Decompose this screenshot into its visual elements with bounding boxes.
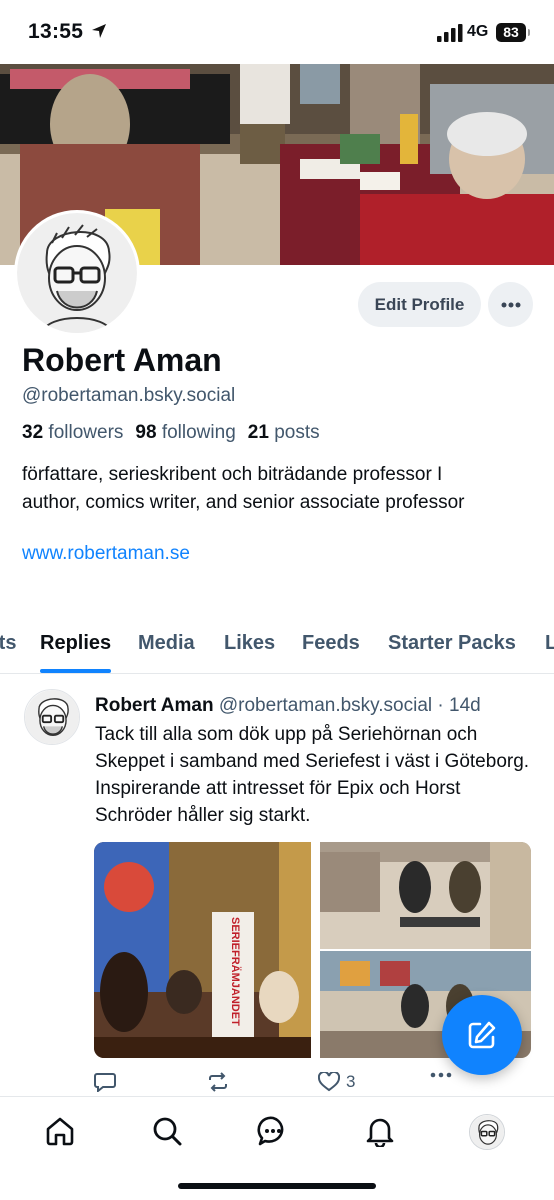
- nav-chat[interactable]: [256, 1114, 290, 1148]
- posts-stat: 21 posts: [248, 422, 320, 444]
- repost-icon: [209, 1072, 227, 1092]
- nav-notifications[interactable]: [363, 1114, 397, 1148]
- profile-stats: 32 followers 98 following 21 posts: [22, 422, 320, 444]
- home-icon: [46, 1117, 74, 1146]
- post-more-button[interactable]: [430, 1072, 452, 1078]
- profile-avatar[interactable]: [14, 210, 140, 336]
- active-tab-indicator: [40, 669, 111, 673]
- post-handle: @robertaman.bsky.social: [218, 695, 433, 716]
- like-button[interactable]: 3: [318, 1072, 355, 1092]
- post-image[interactable]: SERIEFRÄMJANDET: [94, 842, 311, 1058]
- nav-home[interactable]: [43, 1114, 77, 1148]
- compose-button[interactable]: [442, 995, 522, 1075]
- compose-icon: [468, 1021, 496, 1049]
- tab-likes[interactable]: Likes: [224, 632, 275, 655]
- ellipsis-icon: [430, 1072, 452, 1078]
- following-count: 98: [135, 422, 157, 443]
- tab-lists[interactable]: Lists: [545, 632, 554, 655]
- more-options-button[interactable]: [488, 282, 533, 327]
- like-count: 3: [346, 1072, 356, 1091]
- battery-indicator: 83: [496, 23, 530, 42]
- following-stat[interactable]: 98 following: [135, 422, 235, 444]
- home-indicator: [178, 1183, 376, 1189]
- repost-button[interactable]: [206, 1072, 230, 1092]
- nav-search[interactable]: [150, 1114, 184, 1148]
- ellipsis-icon: [501, 302, 520, 307]
- post-image[interactable]: [320, 842, 531, 949]
- reply-button[interactable]: [94, 1072, 116, 1092]
- status-time: 13:55: [28, 20, 84, 43]
- signal-icon: [437, 24, 463, 42]
- tab-starter-packs[interactable]: Starter Packs: [388, 632, 516, 655]
- website-link[interactable]: www.robertaman.se: [22, 543, 190, 565]
- post-header: Robert Aman @robertaman.bsky.social · 14…: [95, 695, 535, 717]
- bio-line: författare, serieskribent och biträdande…: [22, 464, 443, 485]
- bio-line: author, comics writer, and senior associ…: [22, 492, 465, 513]
- nav-profile-avatar[interactable]: [469, 1114, 505, 1150]
- tab-replies[interactable]: Replies: [40, 632, 111, 655]
- banner-text: SERIEFRÄMJANDET: [229, 917, 242, 1026]
- posts-count: 21: [247, 422, 269, 443]
- followers-label: followers: [48, 422, 124, 443]
- post-age: · 14d: [437, 695, 481, 716]
- followers-stat[interactable]: 32 followers: [22, 422, 123, 444]
- network-type: 4G: [467, 23, 489, 40]
- tab-feeds[interactable]: Feeds: [302, 632, 360, 655]
- location-arrow-icon: [92, 24, 106, 38]
- followers-count: 32: [22, 422, 44, 443]
- post-text: Tack till alla som dök upp på Seriehörna…: [95, 724, 530, 826]
- profile-handle: @robertaman.bsky.social: [22, 385, 236, 406]
- profile-tabs: Posts Replies Media Likes Feeds Starter …: [0, 620, 554, 674]
- bell-icon: [366, 1118, 394, 1147]
- chat-icon: [257, 1116, 284, 1146]
- profile-bio: författare, serieskribent och biträdande…: [22, 461, 542, 517]
- edit-profile-button[interactable]: Edit Profile: [358, 282, 481, 327]
- post-author[interactable]: Robert Aman: [95, 695, 214, 716]
- status-bar: 13:55 4G 83: [0, 0, 554, 64]
- display-name: Robert Aman: [22, 342, 222, 378]
- tab-posts[interactable]: Posts: [0, 632, 16, 655]
- search-icon: [153, 1117, 182, 1146]
- post-actions: 3: [94, 1072, 534, 1096]
- reply-icon: [94, 1073, 116, 1092]
- following-label: following: [161, 422, 236, 443]
- post-avatar[interactable]: [24, 689, 80, 745]
- tab-media[interactable]: Media: [138, 632, 195, 655]
- heart-icon: [318, 1072, 340, 1092]
- posts-label: posts: [274, 422, 320, 443]
